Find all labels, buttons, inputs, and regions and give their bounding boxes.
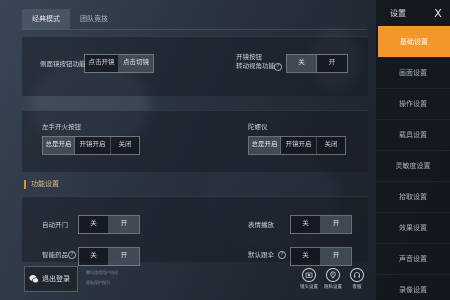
view-switch-label-line2: 转动视角功能 (236, 62, 275, 70)
option-click-switch-scope[interactable]: 点击切镜 (119, 55, 153, 72)
privacy-settings-caption: 隐私设置 (324, 285, 342, 290)
sidebar-item-controls[interactable]: 操作设置 (376, 88, 450, 119)
option-off[interactable]: 关 (291, 248, 321, 265)
sidebar-item-basic[interactable]: 基础设置 (378, 26, 450, 57)
option-off[interactable]: 关 (291, 216, 321, 233)
help-icon[interactable]: ? (278, 251, 286, 259)
tab-team-deathmatch[interactable]: 团队竞技 (70, 9, 118, 29)
option-always-on[interactable]: 总是开启 (43, 137, 75, 154)
option-off[interactable]: 关 (287, 55, 317, 72)
camera-icon (302, 268, 316, 282)
smart-medicine-label: 智能药品 (42, 251, 68, 259)
default-follow-label: 默认跟伞 (248, 251, 274, 259)
section-title: 功能设置 (24, 180, 59, 189)
sidebar-item-pickup[interactable]: 拾取设置 (376, 181, 450, 212)
help-icon[interactable]: ? (274, 63, 282, 71)
left-fire-toggle: 总是开启 开镜开启 关闭 (42, 136, 140, 155)
view-switch-label-line1: 开镜按钮 (236, 53, 262, 61)
pin-icon (326, 268, 340, 282)
customer-service-button[interactable]: 客服 (346, 268, 368, 290)
option-on[interactable]: 开 (109, 248, 139, 265)
divider (22, 29, 367, 30)
option-click-scope[interactable]: 点击开镜 (85, 55, 119, 72)
emote-toggle: 关 开 (290, 215, 352, 234)
sidebar-item-replay[interactable]: 录像设置 (376, 274, 450, 300)
privacy-guide-link[interactable]: 隐私保护指引 (86, 280, 110, 286)
sidebar-item-sound[interactable]: 声音设置 (376, 243, 450, 274)
left-fire-label: 左手开火按钮 (42, 123, 81, 131)
sidebar-item-vehicle[interactable]: 载具设置 (376, 119, 450, 150)
wechat-icon (29, 274, 39, 284)
emote-label: 表情播放 (248, 221, 274, 229)
default-follow-toggle: 关 开 (290, 247, 352, 266)
option-off[interactable]: 关闭 (111, 137, 139, 154)
option-always-on[interactable]: 总是开启 (249, 137, 281, 154)
close-icon[interactable]: X (432, 7, 444, 20)
option-off[interactable]: 关 (79, 216, 109, 233)
sidebar-item-sensitivity[interactable]: 灵敏度设置 (376, 150, 450, 181)
sidebar-header: 设置 X (376, 0, 450, 26)
option-off[interactable]: 关 (79, 248, 109, 265)
tab-classic-mode[interactable]: 经典模式 (22, 9, 70, 29)
option-on[interactable]: 开 (321, 216, 351, 233)
scope-button-toggle: 点击开镜 点击切镜 (84, 54, 154, 73)
headset-icon (350, 268, 364, 282)
logout-button[interactable]: 退出登录 (24, 266, 78, 292)
option-off[interactable]: 关闭 (317, 137, 345, 154)
auto-door-toggle: 关 开 (78, 215, 140, 234)
function-settings-panel: 自动开门 关 开 表情播放 关 开 智能药品 ? 关 开 默认跟伞 ? 关 开 (22, 196, 368, 266)
mode-tabs: 经典模式 团队竞技 (22, 9, 118, 29)
scope-button-label: 侧面镜按钮功能 (40, 60, 86, 68)
option-scope-on[interactable]: 开镜开启 (281, 137, 317, 154)
customer-service-caption: 客服 (352, 285, 362, 290)
camera-settings-button[interactable]: 镜头设置 (298, 268, 320, 290)
fire-settings-panel: 左手开火按钮 总是开启 开镜开启 关闭 陀螺仪 总是开启 开镜开启 关闭 (22, 110, 368, 172)
option-on[interactable]: 开 (317, 55, 347, 72)
camera-settings-caption: 镜头设置 (300, 285, 318, 290)
sidebar-item-effects[interactable]: 效果设置 (376, 212, 450, 243)
scope-settings-panel: 侧面镜按钮功能 点击开镜 点击切镜 开镜按钮 转动视角功能 ? 关 开 (22, 36, 368, 96)
settings-sidebar: 设置 X 基础设置 画面设置 操作设置 载具设置 灵敏度设置 拾取设置 效果设置… (376, 0, 450, 300)
user-agreement-link[interactable]: 腾讯游戏用户协议 (86, 270, 118, 276)
sidebar-title: 设置 (390, 8, 406, 18)
privacy-settings-button[interactable]: 隐私设置 (322, 268, 344, 290)
logout-label: 退出登录 (42, 275, 70, 283)
option-on[interactable]: 开 (321, 248, 351, 265)
gyroscope-toggle: 总是开启 开镜开启 关闭 (248, 136, 346, 155)
help-icon[interactable]: ? (68, 251, 76, 259)
view-switch-toggle: 关 开 (286, 54, 348, 73)
gyroscope-label: 陀螺仪 (248, 123, 268, 131)
option-scope-on[interactable]: 开镜开启 (75, 137, 111, 154)
auto-door-label: 自动开门 (42, 221, 68, 229)
option-on[interactable]: 开 (109, 216, 139, 233)
sidebar-item-graphics[interactable]: 画面设置 (376, 57, 450, 88)
smart-medicine-toggle: 关 开 (78, 247, 140, 266)
